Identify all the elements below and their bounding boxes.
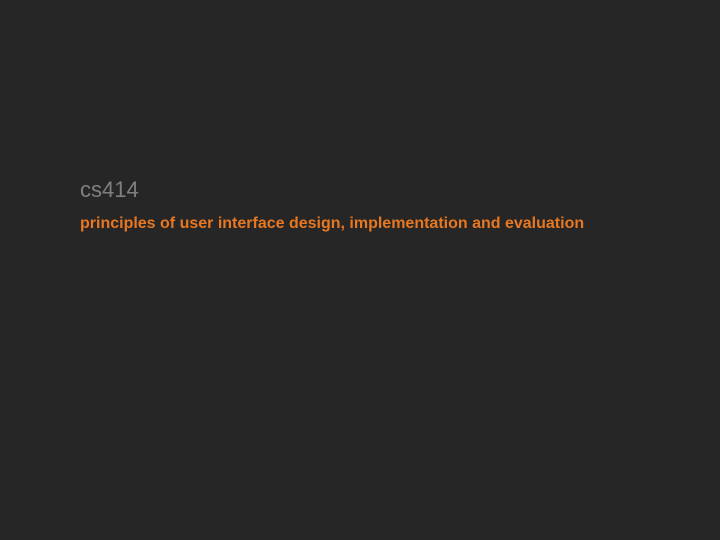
course-code: cs414: [80, 177, 139, 203]
course-title: principles of user interface design, imp…: [80, 215, 584, 233]
slide: cs414 principles of user interface desig…: [0, 0, 720, 540]
